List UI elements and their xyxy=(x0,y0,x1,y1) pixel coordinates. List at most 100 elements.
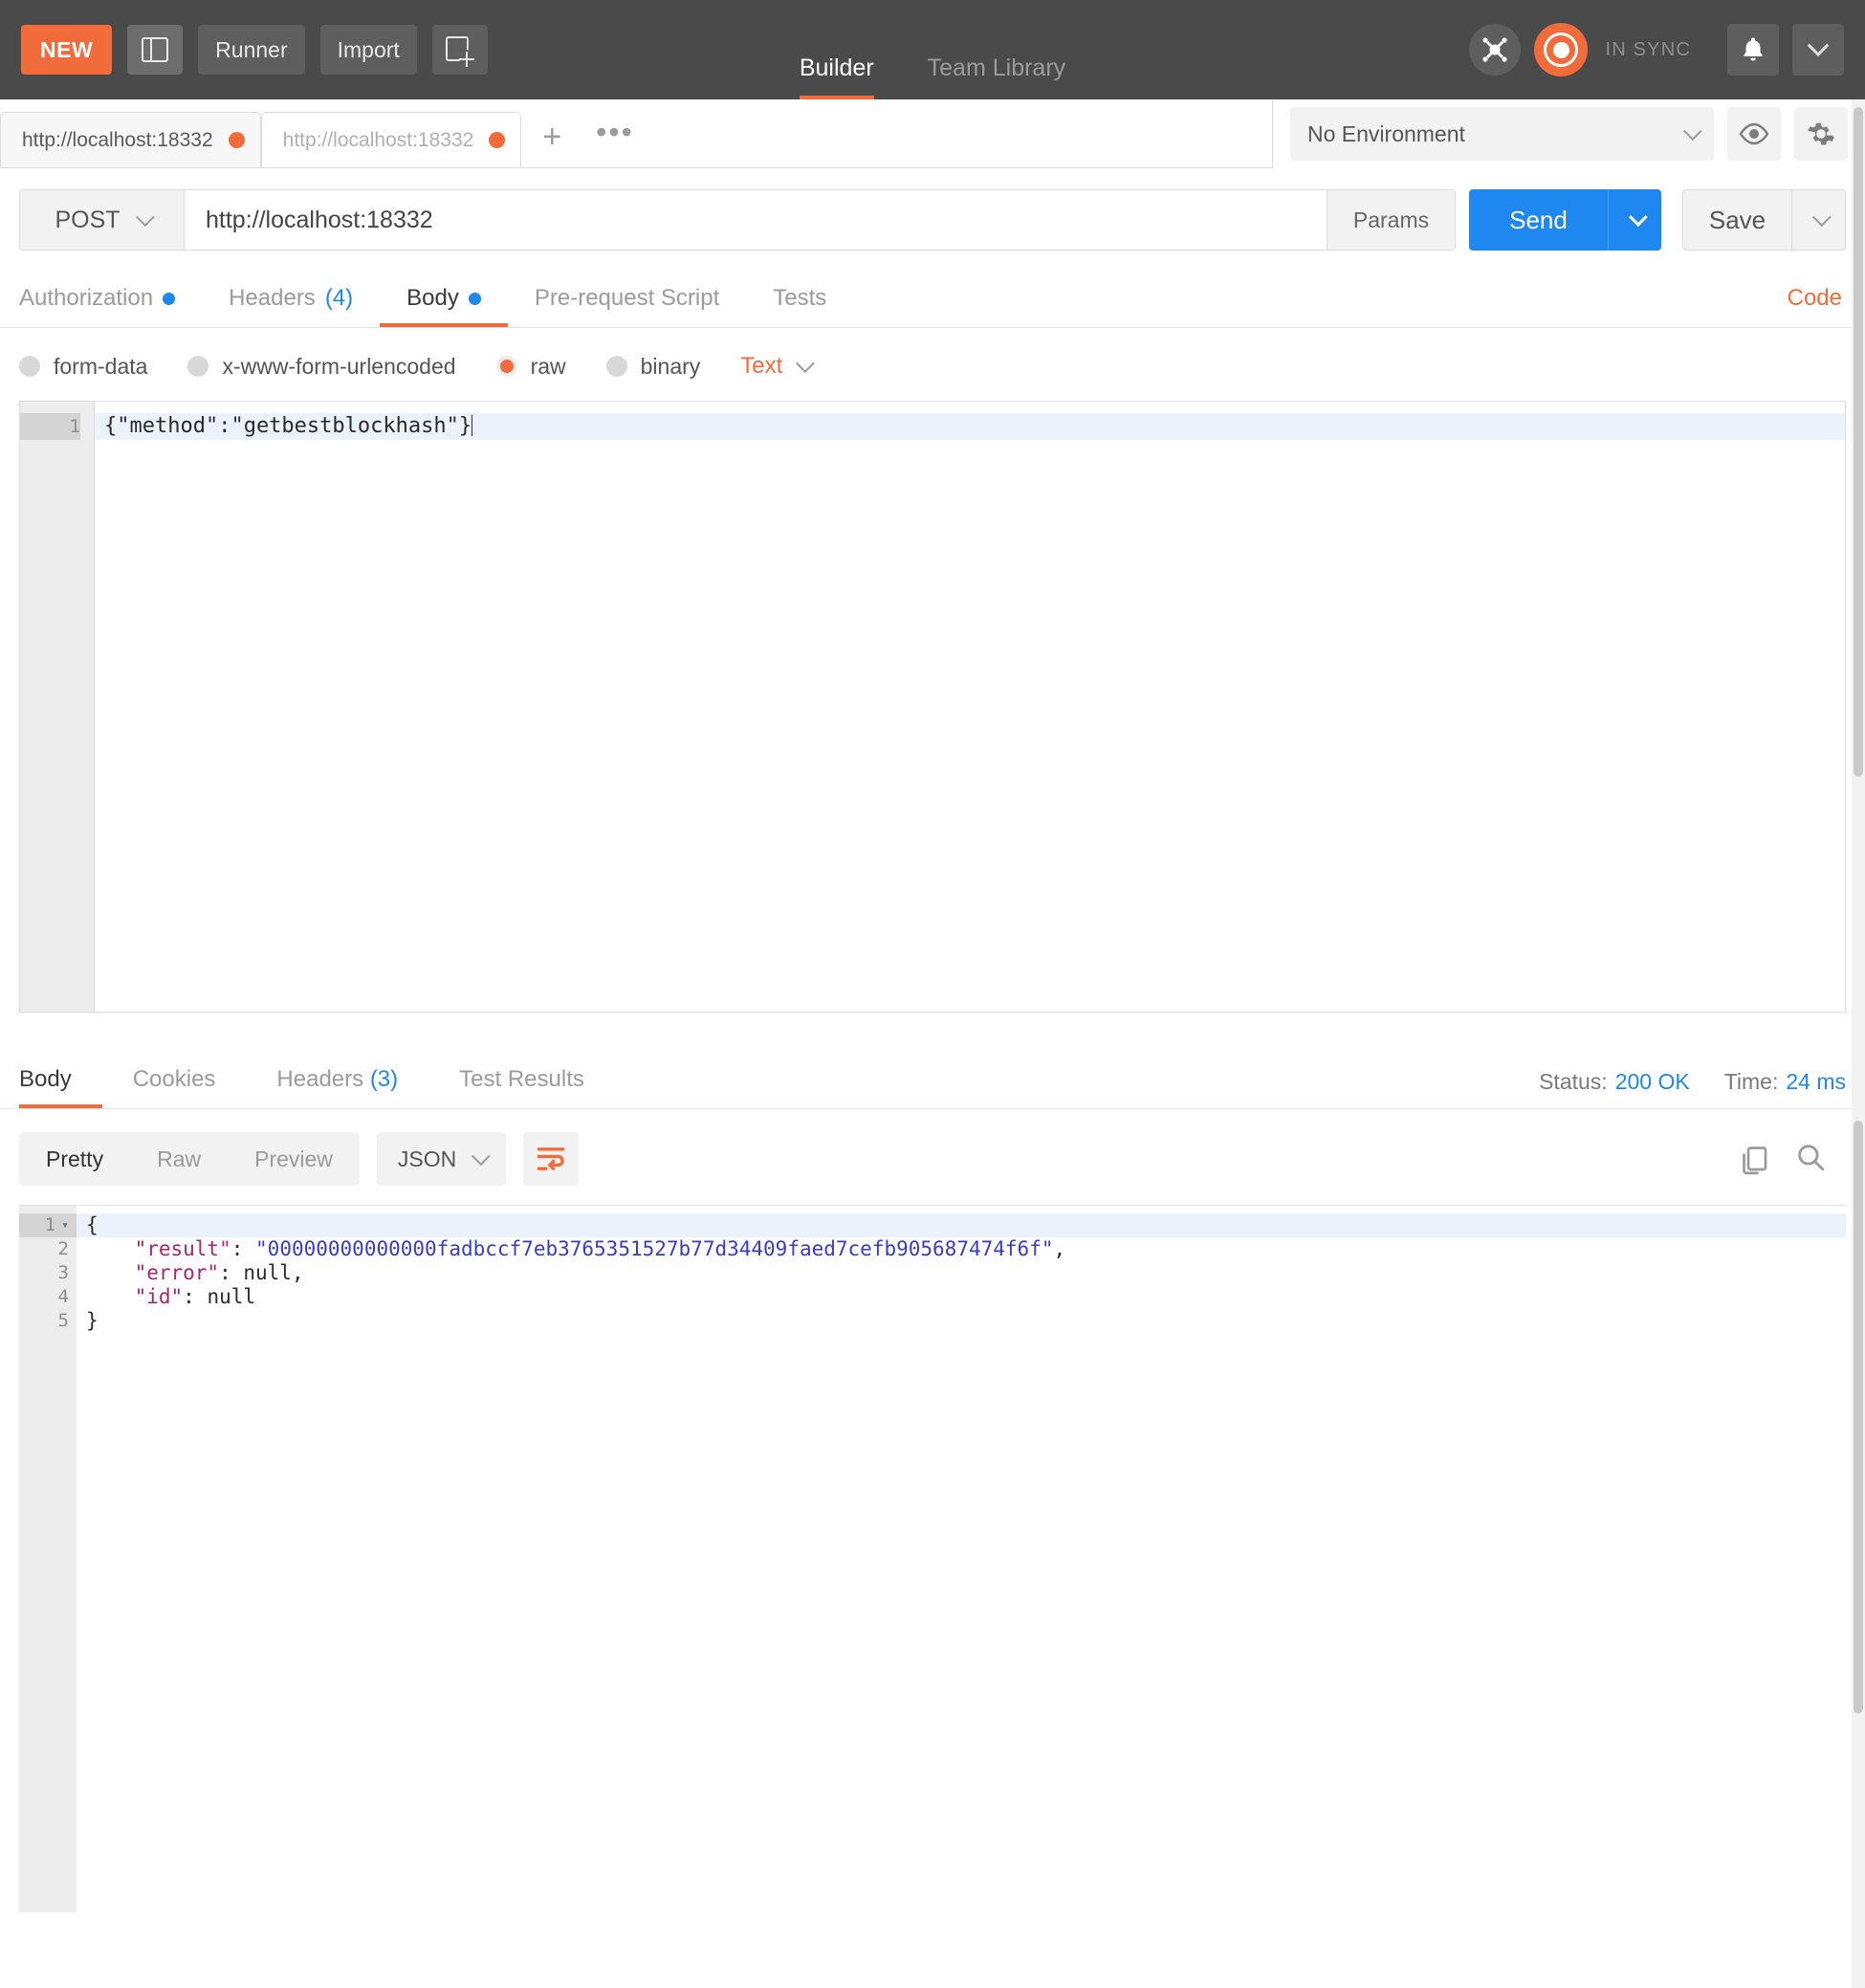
view-mode-raw[interactable]: Raw xyxy=(130,1132,228,1186)
tab-label: Headers xyxy=(229,285,316,311)
radio-icon xyxy=(187,356,209,377)
code-line: "error": null, xyxy=(134,1261,304,1284)
time-label: Time: xyxy=(1723,1069,1779,1094)
word-wrap-button[interactable] xyxy=(523,1132,580,1186)
radio-icon xyxy=(19,356,40,377)
request-tab-headers[interactable]: Headers (4) xyxy=(202,285,380,327)
save-options-button[interactable] xyxy=(1792,189,1846,251)
response-editor-code: { "result": "00000000000000fadbccf7eb376… xyxy=(77,1206,1846,1912)
json-key-result: "result" xyxy=(134,1237,231,1260)
nav-team-library[interactable]: Team Library xyxy=(928,55,1066,99)
account-menu-button[interactable] xyxy=(1792,24,1844,76)
body-type-binary[interactable]: binary xyxy=(605,354,700,380)
tab-label: Test Results xyxy=(459,1066,584,1092)
params-button[interactable]: Params xyxy=(1327,190,1455,250)
request-tab-label: http://localhost:18332 xyxy=(22,128,213,151)
response-scrollbar[interactable] xyxy=(1852,1113,1865,1988)
request-tab-body[interactable]: Body xyxy=(380,285,508,327)
save-button-group: Save xyxy=(1682,189,1846,251)
tab-count: (4) xyxy=(324,285,354,311)
request-tab-2[interactable]: http://localhost:18332 xyxy=(260,112,522,167)
new-document-icon xyxy=(445,36,474,67)
section-divider xyxy=(0,1013,1865,1041)
response-tab-test-results[interactable]: Test Results xyxy=(428,1066,615,1108)
url-box: POST http://localhost:18332 Params xyxy=(19,189,1456,251)
fold-toggle-icon[interactable]: ▾ xyxy=(61,1213,69,1237)
request-tab-authorization[interactable]: Authorization xyxy=(19,285,202,327)
line-number-row: 2 xyxy=(19,1237,77,1261)
modified-dot-icon xyxy=(468,292,481,305)
manage-environments-button[interactable] xyxy=(1794,107,1848,161)
modified-dot-icon xyxy=(163,292,176,305)
send-button[interactable]: Send xyxy=(1469,189,1608,251)
view-mode-preview[interactable]: Preview xyxy=(228,1132,360,1186)
line-number: 5 xyxy=(57,1310,69,1331)
time-value: 24 ms xyxy=(1786,1069,1846,1094)
line-number: 4 xyxy=(57,1286,69,1307)
response-tab-cookies[interactable]: Cookies xyxy=(102,1066,247,1108)
chevron-down-icon xyxy=(1682,121,1702,142)
new-button[interactable]: NEW xyxy=(21,25,113,75)
nav-builder[interactable]: Builder xyxy=(799,55,874,99)
search-icon xyxy=(1798,1144,1825,1170)
unsaved-indicator-icon xyxy=(228,132,245,148)
chevron-down-icon xyxy=(1811,208,1832,228)
sidebar-toggle-button[interactable] xyxy=(127,25,184,75)
request-url-row: POST http://localhost:18332 Params Send … xyxy=(0,168,1865,251)
chevron-down-icon xyxy=(472,1147,491,1167)
interceptor-button[interactable] xyxy=(1469,24,1522,76)
line-number-row: 5 xyxy=(19,1309,77,1333)
tab-options-button[interactable]: ••• xyxy=(582,115,647,167)
new-tab-button[interactable] xyxy=(431,25,488,75)
code-line: {"method":"getbestblockhash"} xyxy=(95,413,1845,440)
response-toolbar: Pretty Raw Preview JSON xyxy=(0,1109,1865,1205)
body-type-urlencoded[interactable]: x-www-form-urlencoded xyxy=(187,353,456,380)
response-format-select[interactable]: JSON xyxy=(376,1132,507,1186)
copy-button[interactable] xyxy=(1737,1144,1767,1175)
request-scrollbar[interactable] xyxy=(1852,99,1865,1113)
request-tab-tests[interactable]: Tests xyxy=(746,285,853,327)
chevron-down-icon xyxy=(1807,34,1830,57)
line-number-row: 4 xyxy=(19,1285,77,1309)
request-editor-code[interactable]: {"method":"getbestblockhash"} xyxy=(95,402,1845,1012)
import-button[interactable]: Import xyxy=(319,25,417,75)
url-input[interactable]: http://localhost:18332 xyxy=(185,190,1327,250)
chevron-down-icon xyxy=(796,354,816,374)
add-tab-button[interactable]: + xyxy=(521,119,582,167)
send-button-group: Send xyxy=(1469,189,1661,251)
environment-select[interactable]: No Environment xyxy=(1290,107,1714,161)
chevron-down-icon xyxy=(135,208,155,228)
body-type-raw[interactable]: raw xyxy=(495,354,566,380)
request-tab-1[interactable]: http://localhost:18332 xyxy=(0,112,261,167)
line-number: 1 xyxy=(20,413,80,440)
response-body-viewer[interactable]: 1 ▾ 2 3 4 5 { "result": "00000000000000f… xyxy=(19,1205,1846,1912)
send-options-button[interactable] xyxy=(1608,189,1661,251)
sync-status-button[interactable] xyxy=(1534,23,1589,76)
header-right-cluster: IN SYNC xyxy=(1469,23,1844,76)
notifications-button[interactable] xyxy=(1727,24,1779,76)
view-mode-pretty[interactable]: Pretty xyxy=(19,1132,130,1186)
response-tab-headers[interactable]: Headers (3) xyxy=(246,1066,428,1108)
tab-label: Cookies xyxy=(132,1066,216,1092)
bell-icon xyxy=(1744,37,1763,61)
sync-core-icon xyxy=(1552,41,1569,58)
json-key-id: "id" xyxy=(134,1285,184,1308)
line-number: 2 xyxy=(57,1238,69,1259)
line-number-row: 3 xyxy=(19,1261,77,1285)
environment-quick-look-button[interactable] xyxy=(1727,107,1781,161)
radio-label: x-www-form-urlencoded xyxy=(222,353,456,379)
search-button[interactable] xyxy=(1794,1141,1827,1178)
request-body-editor[interactable]: 1 {"method":"getbestblockhash"} xyxy=(19,401,1846,1013)
method-select[interactable]: POST xyxy=(20,190,185,250)
save-button[interactable]: Save xyxy=(1682,189,1792,251)
code-link[interactable]: Code xyxy=(1788,285,1842,311)
code-line: "result": "00000000000000fadbccf7eb37653… xyxy=(134,1237,1066,1260)
body-type-form-data[interactable]: form-data xyxy=(19,354,147,380)
runner-button[interactable]: Runner xyxy=(198,25,305,75)
tab-label: Body xyxy=(406,285,459,311)
response-section-tabs: Body Cookies Headers (3) Test Results St… xyxy=(0,1041,1865,1109)
raw-format-select[interactable]: Text xyxy=(740,353,816,380)
response-tab-body[interactable]: Body xyxy=(19,1066,102,1108)
response-view-mode-group: Pretty Raw Preview xyxy=(19,1132,360,1186)
request-tab-pre-request-script[interactable]: Pre-request Script xyxy=(508,285,746,327)
